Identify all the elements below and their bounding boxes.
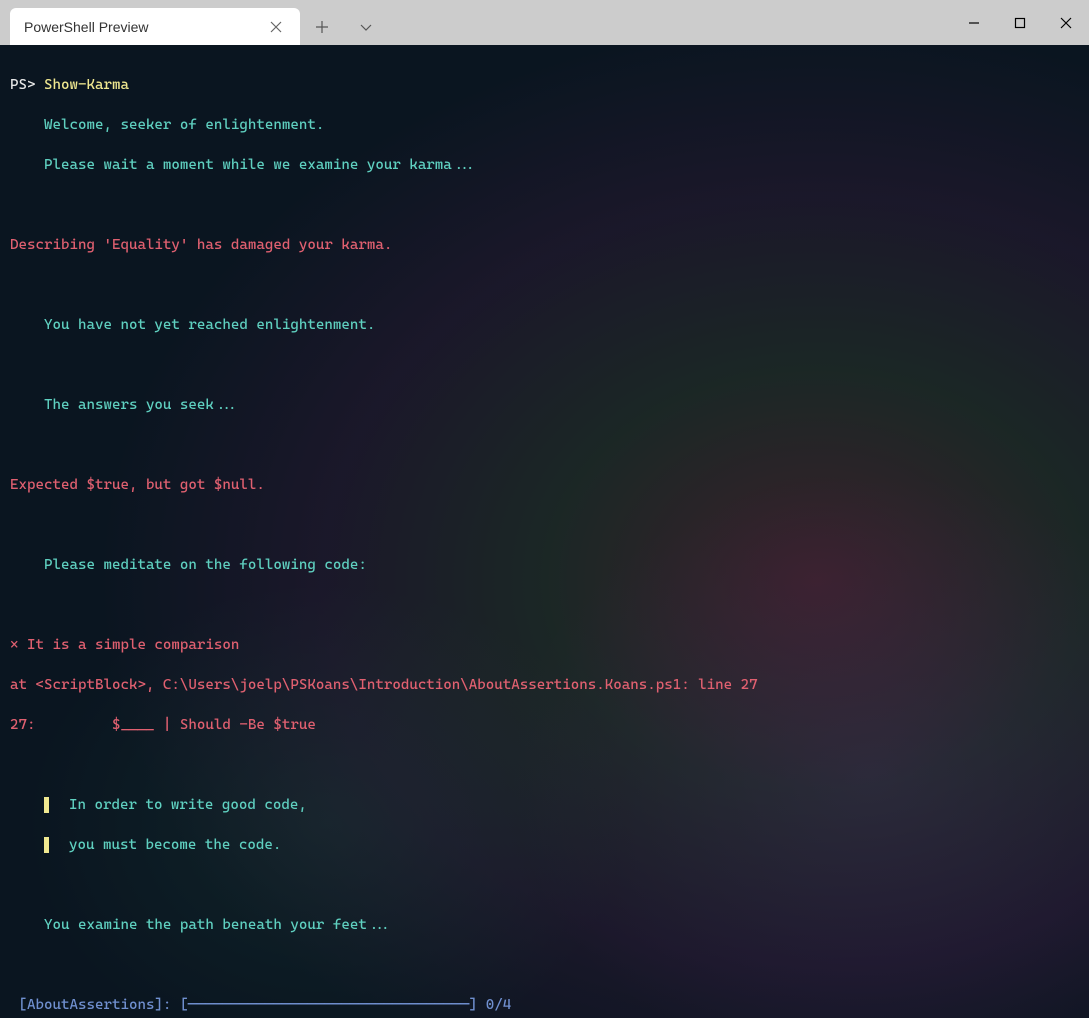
code-line: 27: $____ | Should -Be $true <box>10 715 1079 735</box>
test-line: × It is a simple comparison <box>10 635 1079 655</box>
tab-controls <box>300 8 378 45</box>
maximize-button[interactable] <box>997 0 1043 45</box>
location-line: at <ScriptBlock>, C:\Users\joelp\PSKoans… <box>10 675 1079 695</box>
quote-bar-icon <box>44 797 49 813</box>
error-line: Describing 'Equality' has damaged your k… <box>10 235 1079 255</box>
quote-line: you must become the code. <box>10 835 1079 855</box>
tab-title: PowerShell Preview <box>24 19 266 35</box>
error-line: Expected $true, but got $null. <box>10 475 1079 495</box>
minimize-button[interactable] <box>951 0 997 45</box>
new-tab-icon[interactable] <box>310 15 334 39</box>
tab-powershell[interactable]: PowerShell Preview <box>10 8 300 45</box>
tab-dropdown-icon[interactable] <box>354 15 378 39</box>
quote-bar-icon <box>44 837 49 853</box>
titlebar: PowerShell Preview <box>0 0 1089 45</box>
quote-line: In order to write good code, <box>10 795 1079 815</box>
progress-line: [AboutAssertions]: [────────────────────… <box>10 995 1079 1015</box>
output-line: You have not yet reached enlightenment. <box>10 315 1079 335</box>
terminal-body[interactable]: PS> Show-Karma Welcome, seeker of enligh… <box>0 45 1089 1018</box>
command-input: Show-Karma <box>44 77 129 93</box>
terminal-window: PowerShell Preview PS> Show-Ka <box>0 0 1089 1018</box>
window-controls <box>951 0 1089 45</box>
close-window-button[interactable] <box>1043 0 1089 45</box>
output-line: You examine the path beneath your feet..… <box>10 915 1079 935</box>
prompt: PS> <box>10 77 44 93</box>
close-tab-icon[interactable] <box>266 17 286 37</box>
output-line: Welcome, seeker of enlightenment. <box>10 115 1079 135</box>
output-line: Please meditate on the following code: <box>10 555 1079 575</box>
output-line: The answers you seek... <box>10 395 1079 415</box>
output-line: Please wait a moment while we examine yo… <box>10 155 1079 175</box>
